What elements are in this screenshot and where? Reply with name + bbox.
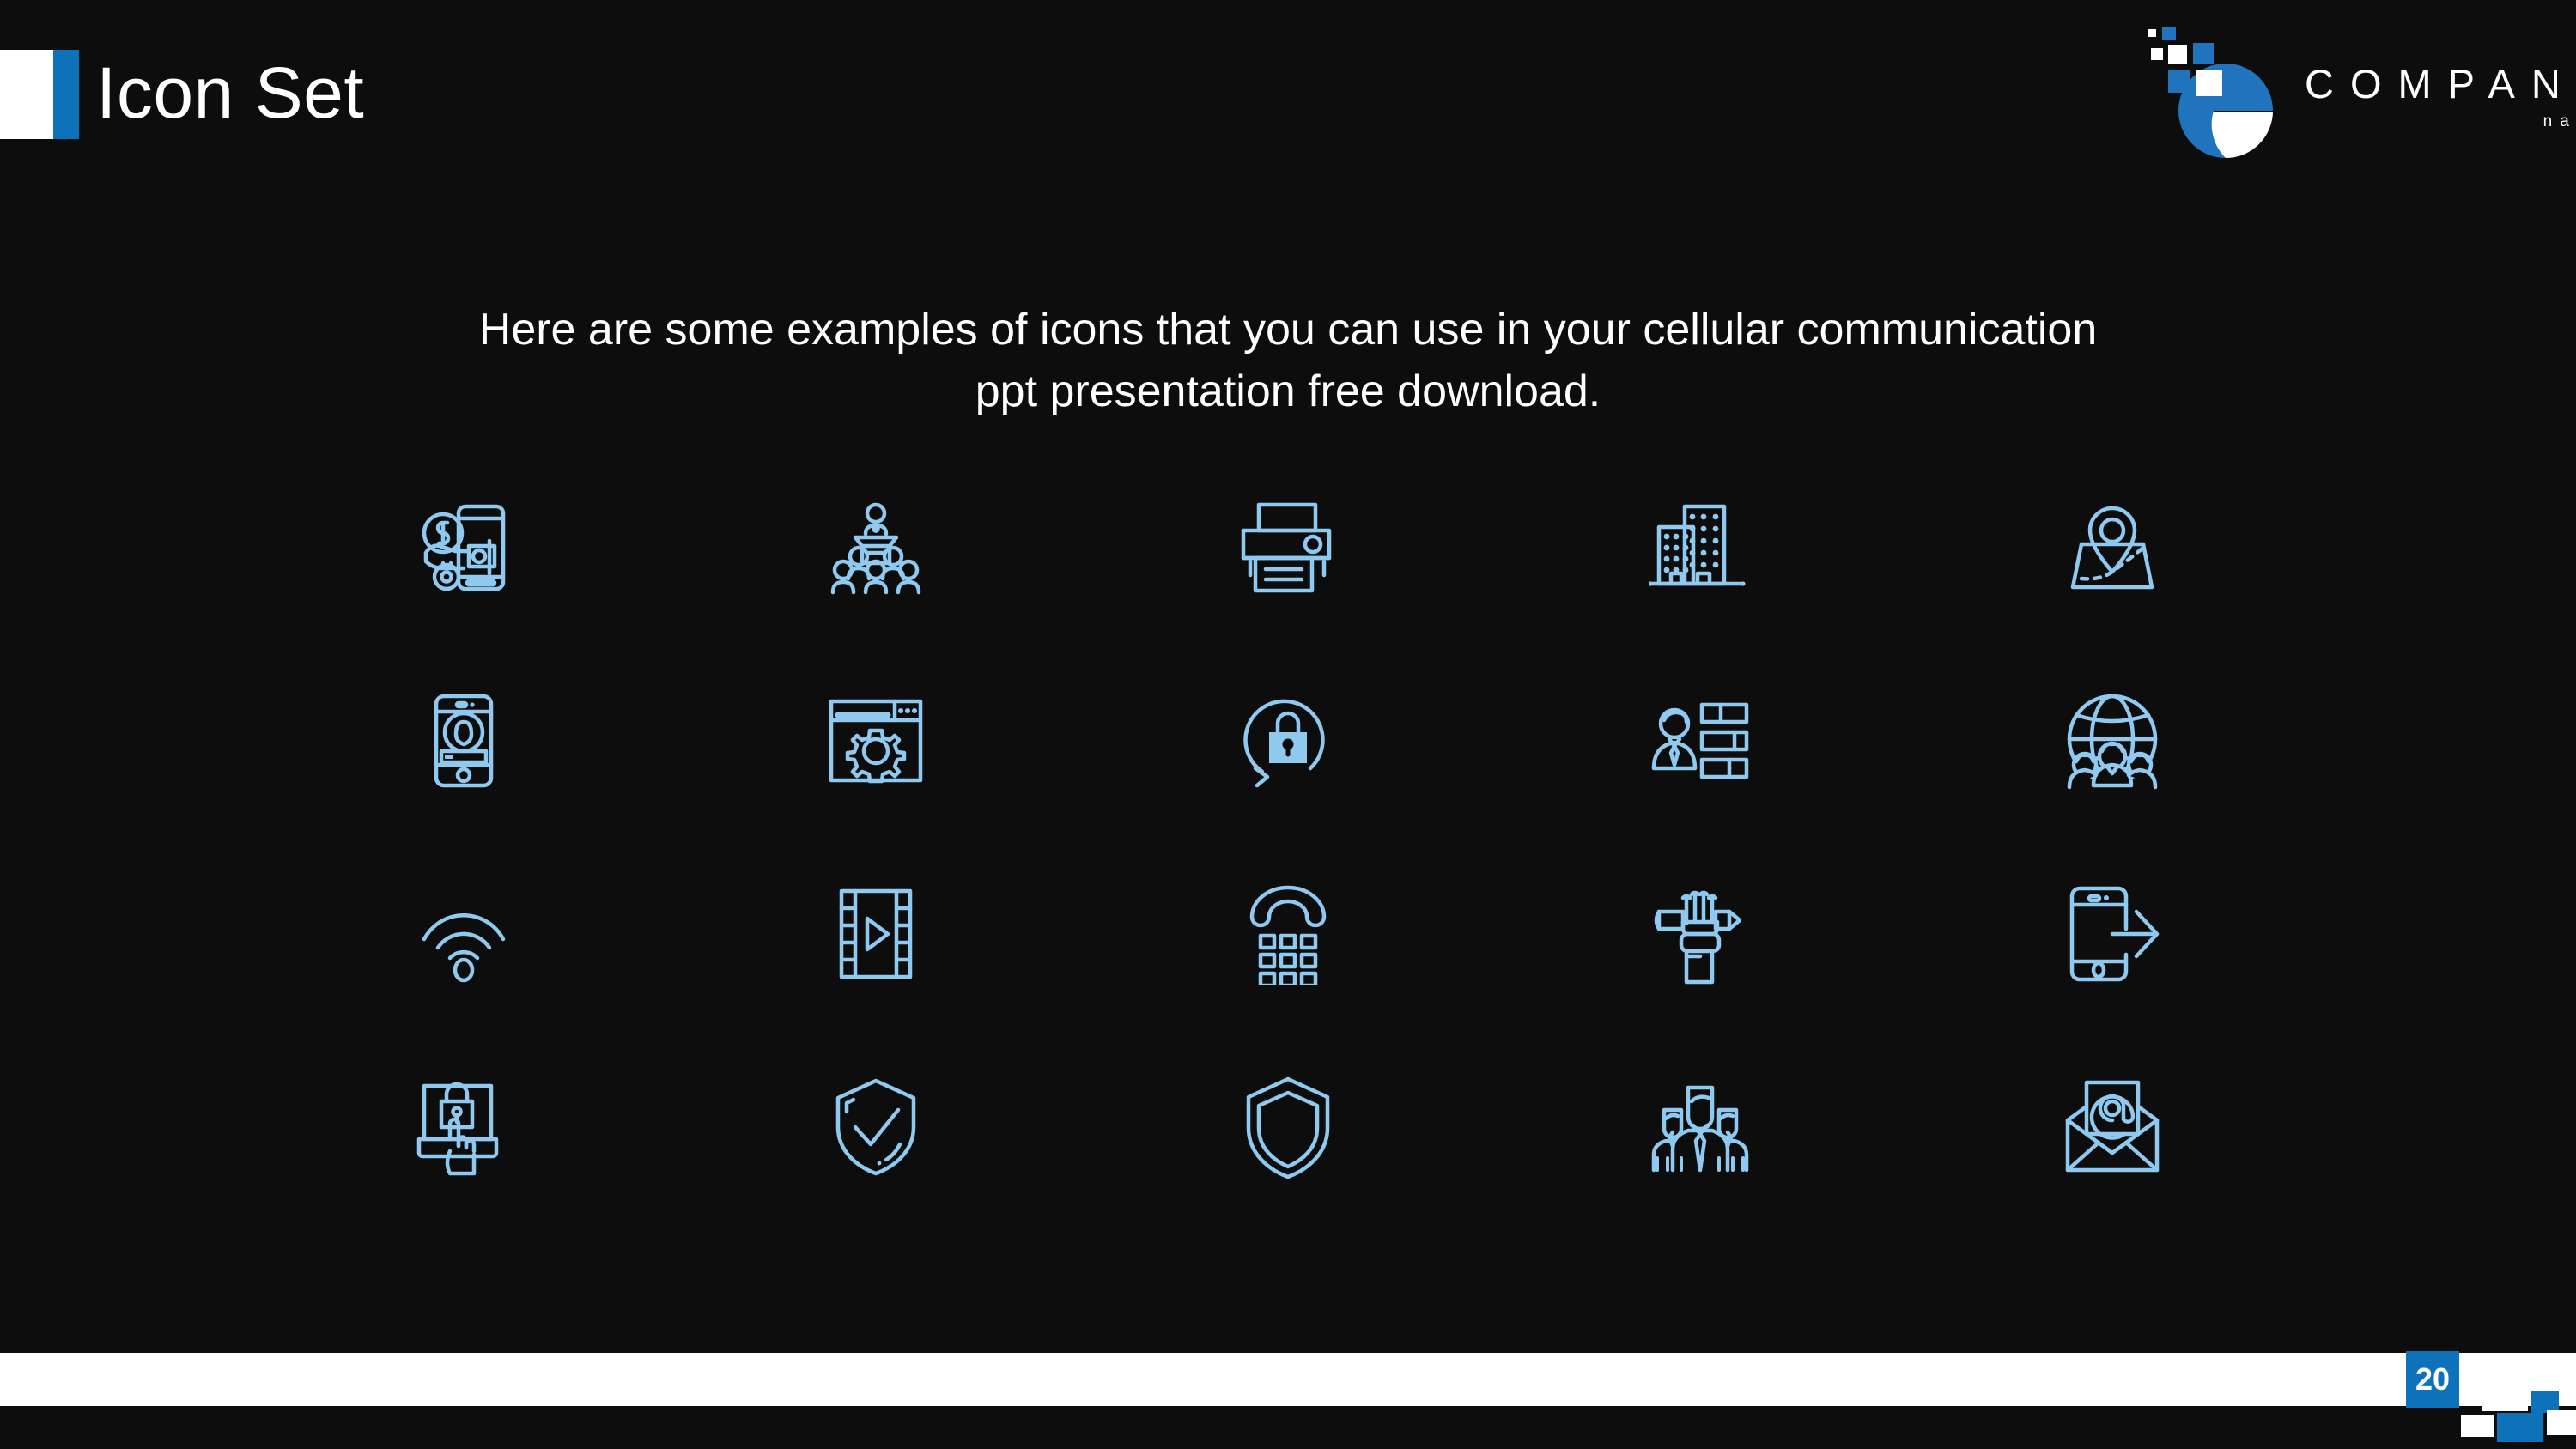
businessman-data-icon[interactable] xyxy=(1494,644,1906,837)
mobile-send-arrow-icon[interactable] xyxy=(1906,837,2318,1030)
page-title: Icon Set xyxy=(96,52,365,133)
logo-name-text: name xyxy=(2543,112,2576,130)
footer-deco-square-1 xyxy=(2482,1380,2528,1411)
shield-check-icon[interactable] xyxy=(670,1030,1082,1223)
page-number: 20 xyxy=(2406,1351,2459,1408)
global-team-icon[interactable] xyxy=(1906,644,2318,837)
email-envelope-icon[interactable] xyxy=(1906,1030,2318,1223)
shield-icon[interactable] xyxy=(1082,1030,1494,1223)
accent-white-block xyxy=(0,50,53,139)
mobile-payment-icon[interactable] xyxy=(258,451,670,644)
mobile-user-profile-icon[interactable] xyxy=(258,644,670,837)
secure-laptop-touch-icon[interactable] xyxy=(258,1030,670,1223)
lock-refresh-icon[interactable] xyxy=(1082,644,1494,837)
icon-grid xyxy=(258,451,2318,1223)
team-group-icon[interactable] xyxy=(1494,1030,1906,1223)
logo-company-text: COMPANY xyxy=(2305,61,2576,106)
footer-deco-square-5 xyxy=(2547,1410,2576,1435)
accent-blue-block xyxy=(53,50,79,139)
presentation-audience-icon[interactable] xyxy=(670,451,1082,644)
slide: Icon Set COMPANY name Here are some exam… xyxy=(0,0,2576,1449)
video-film-play-icon[interactable] xyxy=(670,837,1082,1030)
logo-mark-icon xyxy=(2143,21,2293,175)
printer-icon[interactable] xyxy=(1082,451,1494,644)
footer-deco-square-3 xyxy=(2461,1415,2494,1437)
wifi-signal-icon[interactable] xyxy=(258,837,670,1030)
map-location-pin-icon[interactable] xyxy=(1906,451,2318,644)
hand-pencil-icon[interactable] xyxy=(1494,837,1906,1030)
title-accent-bar xyxy=(0,50,79,139)
telephone-keypad-icon[interactable] xyxy=(1082,837,1494,1030)
browser-settings-icon[interactable] xyxy=(670,644,1082,837)
footer-deco-square-4 xyxy=(2497,1413,2543,1442)
logo-text: COMPANY name xyxy=(2305,62,2576,132)
office-buildings-icon[interactable] xyxy=(1494,451,1906,644)
slide-subtitle: Here are some examples of icons that you… xyxy=(478,305,2098,416)
company-logo: COMPANY name xyxy=(2143,21,2576,175)
footer-bar xyxy=(0,1353,2576,1406)
